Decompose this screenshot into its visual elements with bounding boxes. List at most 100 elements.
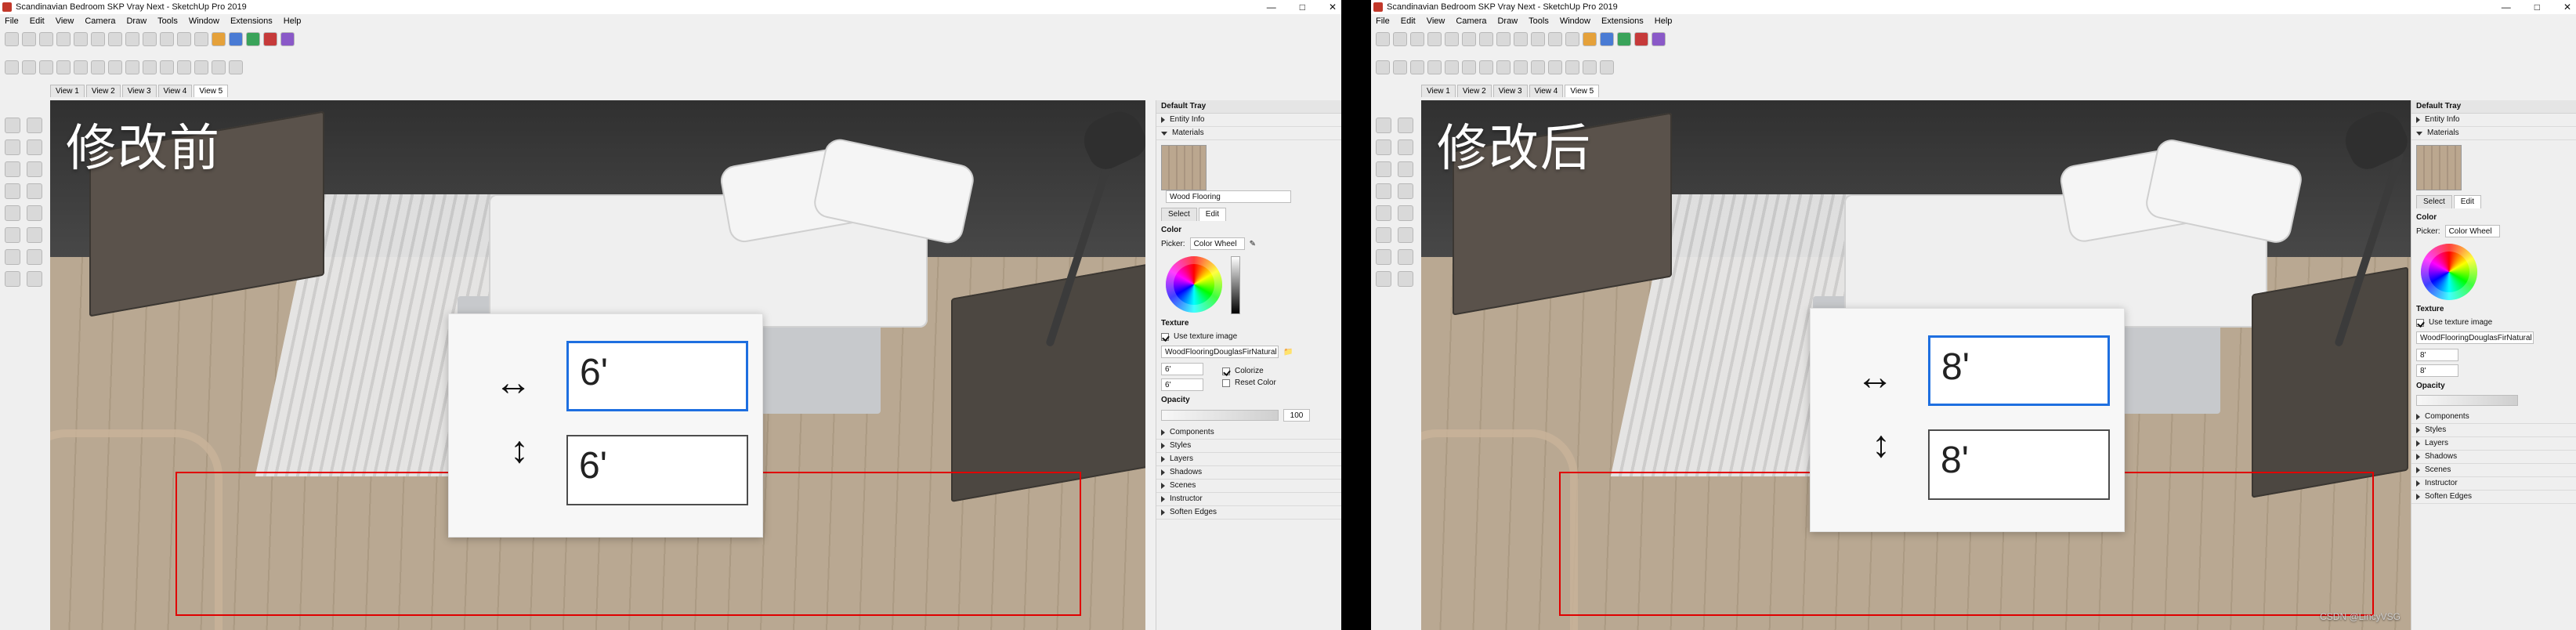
menu-tools[interactable]: Tools bbox=[1529, 14, 1549, 28]
rectangle-icon[interactable] bbox=[5, 161, 20, 177]
height-input[interactable]: 6' bbox=[566, 435, 748, 505]
scene-tab-3[interactable]: View 3 bbox=[1492, 85, 1528, 97]
components-row[interactable]: Components bbox=[1156, 426, 1341, 440]
scene-tab-2[interactable]: View 2 bbox=[85, 85, 121, 97]
scene-tab-5[interactable]: View 5 bbox=[1565, 85, 1600, 97]
offset-tool-icon[interactable] bbox=[177, 32, 191, 46]
opacity-slider[interactable] bbox=[2416, 395, 2518, 406]
texture-file-field[interactable]: WoodFlooringDouglasFirNatural bbox=[2416, 331, 2534, 344]
section-plane-icon[interactable] bbox=[1445, 60, 1459, 74]
circle-icon[interactable] bbox=[1398, 161, 1413, 177]
select-tool-icon[interactable] bbox=[1376, 32, 1390, 46]
width-input[interactable]: 8' bbox=[1928, 335, 2110, 406]
menu-edit[interactable]: Edit bbox=[30, 14, 45, 28]
color-wheel[interactable] bbox=[2421, 244, 2477, 300]
texture-file-field[interactable]: WoodFlooringDouglasFirNatural bbox=[1161, 346, 1279, 358]
paint-bucket-icon[interactable] bbox=[1410, 32, 1424, 46]
vray-render-icon[interactable] bbox=[229, 32, 243, 46]
shadows-icon[interactable] bbox=[1583, 60, 1597, 74]
views-iso-icon[interactable] bbox=[91, 60, 105, 74]
menu-help[interactable]: Help bbox=[284, 14, 302, 28]
text-icon[interactable] bbox=[27, 249, 42, 265]
close-icon[interactable]: ✕ bbox=[1329, 0, 1337, 14]
offset-tool-icon[interactable] bbox=[1548, 32, 1562, 46]
section-plane-icon[interactable] bbox=[74, 60, 88, 74]
zoom-extents-icon[interactable] bbox=[1427, 60, 1442, 74]
scene-tab-4[interactable]: View 4 bbox=[157, 85, 193, 97]
styles-row[interactable]: Styles bbox=[1156, 440, 1341, 453]
menu-draw[interactable]: Draw bbox=[126, 14, 147, 28]
materials-row[interactable]: Materials bbox=[2411, 127, 2576, 140]
entity-info-row[interactable]: Entity Info bbox=[2411, 114, 2576, 127]
vray-light-icon[interactable] bbox=[246, 32, 260, 46]
rotate-tool-icon[interactable] bbox=[143, 32, 157, 46]
move-tool-icon[interactable] bbox=[1496, 32, 1511, 46]
axes-icon[interactable] bbox=[5, 271, 20, 287]
vray-frame-buffer-icon[interactable] bbox=[1652, 32, 1666, 46]
height-input[interactable]: 8' bbox=[1928, 429, 2110, 500]
menu-window[interactable]: Window bbox=[189, 14, 219, 28]
views-right-icon[interactable] bbox=[1514, 60, 1528, 74]
rectangle-icon[interactable] bbox=[1376, 161, 1391, 177]
push-pull-icon[interactable] bbox=[108, 32, 122, 46]
colorize-checkbox[interactable] bbox=[1222, 367, 1230, 375]
material-name-field[interactable]: Wood Flooring bbox=[1166, 190, 1291, 203]
vray-material-icon[interactable] bbox=[1583, 32, 1597, 46]
tape-icon[interactable] bbox=[1376, 249, 1391, 265]
scenes-row[interactable]: Scenes bbox=[1156, 480, 1341, 493]
scale-icon[interactable] bbox=[1376, 227, 1391, 243]
vray-render-icon[interactable] bbox=[1600, 32, 1614, 46]
menu-view[interactable]: View bbox=[1427, 14, 1445, 28]
polygon-icon[interactable] bbox=[1376, 183, 1391, 199]
pan-icon[interactable] bbox=[22, 60, 36, 74]
texture-width-field[interactable]: 8' bbox=[2416, 349, 2458, 361]
line-icon[interactable] bbox=[27, 139, 42, 155]
tape-icon[interactable] bbox=[5, 249, 20, 265]
menu-window[interactable]: Window bbox=[1560, 14, 1590, 28]
paint-icon[interactable] bbox=[1376, 139, 1391, 155]
menu-tools[interactable]: Tools bbox=[157, 14, 178, 28]
reset-color-box[interactable] bbox=[1222, 378, 1230, 387]
line-icon[interactable] bbox=[1398, 139, 1413, 155]
browse-folder-icon[interactable]: 📁 bbox=[1283, 348, 1293, 357]
views-right-icon[interactable] bbox=[143, 60, 157, 74]
brightness-slider[interactable] bbox=[1230, 256, 1240, 314]
fog-icon[interactable] bbox=[229, 60, 243, 74]
components-row[interactable]: Components bbox=[2411, 411, 2576, 424]
views-top-icon[interactable] bbox=[1479, 60, 1493, 74]
move-icon[interactable] bbox=[1376, 205, 1391, 221]
menu-help[interactable]: Help bbox=[1655, 14, 1673, 28]
minimize-icon[interactable]: — bbox=[2502, 0, 2511, 14]
menu-edit[interactable]: Edit bbox=[1401, 14, 1416, 28]
tape-measure-icon[interactable] bbox=[194, 32, 208, 46]
scale-icon[interactable] bbox=[5, 227, 20, 243]
follow-me-icon[interactable] bbox=[27, 227, 42, 243]
scene-tab-5[interactable]: View 5 bbox=[194, 85, 229, 97]
use-texture-checkbox[interactable] bbox=[1161, 332, 1169, 341]
eraser-tool-icon[interactable] bbox=[1393, 32, 1407, 46]
views-left-icon[interactable] bbox=[177, 60, 191, 74]
menu-extensions[interactable]: Extensions bbox=[230, 14, 273, 28]
polygon-icon[interactable] bbox=[5, 183, 20, 199]
move-icon[interactable] bbox=[5, 205, 20, 221]
scale-tool-icon[interactable] bbox=[160, 32, 174, 46]
zoom-icon[interactable] bbox=[39, 60, 53, 74]
orbit-icon[interactable] bbox=[5, 60, 19, 74]
maximize-icon[interactable]: □ bbox=[1300, 0, 1305, 14]
text-icon[interactable] bbox=[1398, 249, 1413, 265]
select-arrow-icon[interactable] bbox=[5, 118, 20, 133]
views-back-icon[interactable] bbox=[1531, 60, 1545, 74]
select-arrow-icon[interactable] bbox=[1376, 118, 1391, 133]
vray-asset-icon[interactable] bbox=[263, 32, 277, 46]
views-top-icon[interactable] bbox=[108, 60, 122, 74]
scene-tab-3[interactable]: View 3 bbox=[121, 85, 157, 97]
tab-select[interactable]: Select bbox=[2416, 195, 2452, 208]
tape-measure-icon[interactable] bbox=[1565, 32, 1579, 46]
picker-dropdown[interactable]: Color Wheel bbox=[2444, 225, 2500, 237]
scene-tab-2[interactable]: View 2 bbox=[1456, 85, 1492, 97]
soften-edges-row[interactable]: Soften Edges bbox=[1156, 506, 1341, 520]
soften-edges-row[interactable]: Soften Edges bbox=[2411, 491, 2576, 504]
select-tool-icon[interactable] bbox=[5, 32, 19, 46]
layers-row[interactable]: Layers bbox=[2411, 437, 2576, 451]
zoom-extents-icon[interactable] bbox=[56, 60, 71, 74]
